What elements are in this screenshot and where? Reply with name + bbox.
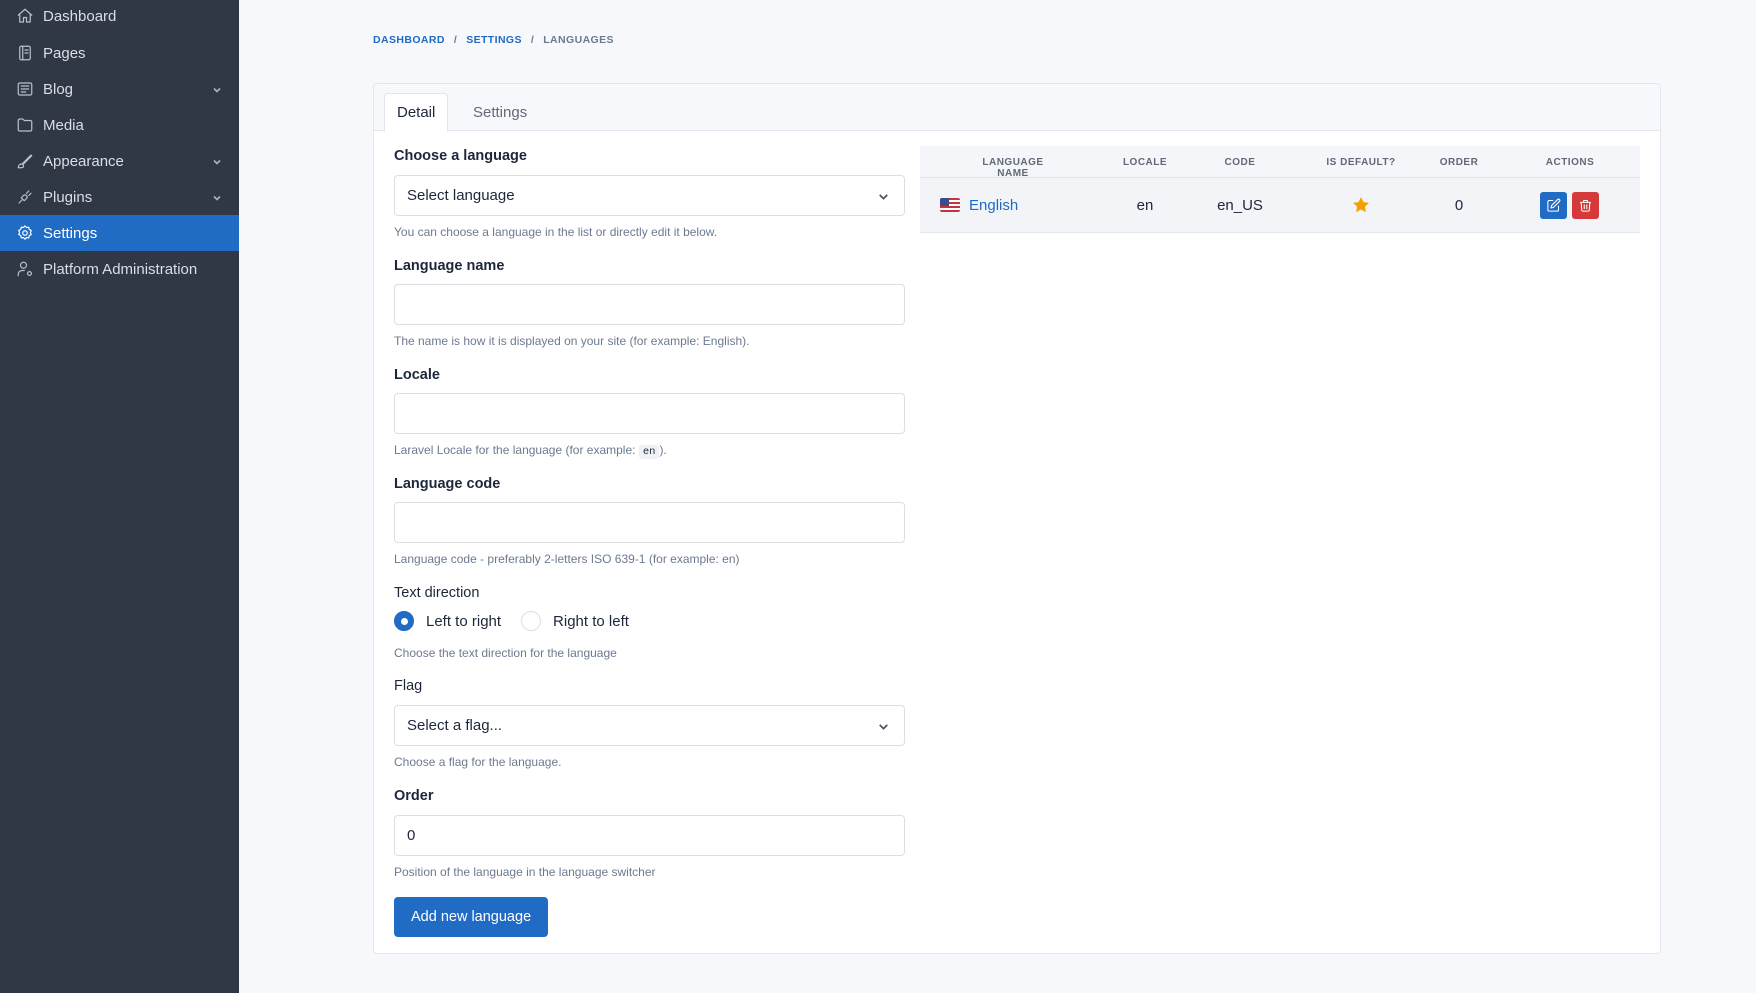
- order-cell: 0: [1454, 197, 1464, 214]
- locale-hint-end: ).: [659, 443, 667, 457]
- locale-input[interactable]: [394, 393, 905, 434]
- choose-language-value: Select language: [407, 187, 515, 204]
- breadcrumb-languages: LANGUAGES: [543, 34, 614, 46]
- delete-button[interactable]: [1572, 192, 1599, 219]
- edit-button[interactable]: [1540, 192, 1567, 219]
- flag-label: Flag: [394, 678, 423, 694]
- language-code-label: Language code: [394, 476, 501, 492]
- sidebar-item-plugins[interactable]: Plugins: [0, 179, 239, 215]
- chevron-down-icon: [877, 190, 890, 203]
- locale-cell: en: [1136, 197, 1154, 214]
- plug-icon: [16, 188, 34, 206]
- text-direction-options: Left to right Right to left: [394, 611, 629, 631]
- home-icon: [16, 7, 34, 25]
- sidebar-item-label: Media: [43, 116, 84, 134]
- chevron-down-icon: [877, 720, 890, 733]
- flag-hint: Choose a flag for the language.: [394, 755, 562, 769]
- chevron-down-icon: [211, 155, 223, 167]
- sidebar-item-label: Plugins: [43, 188, 93, 206]
- sidebar-item-media[interactable]: Media: [0, 107, 239, 143]
- sidebar-item-label: Appearance: [43, 152, 124, 170]
- us-flag-icon: [940, 198, 960, 212]
- language-name-hint: The name is how it is displayed on your …: [394, 334, 750, 348]
- table-header: LANGUAGE NAME LOCALE CODE IS DEFAULT? OR…: [920, 146, 1640, 179]
- radio-right-to-left[interactable]: [521, 611, 542, 631]
- choose-language-hint: You can choose a language in the list or…: [394, 225, 718, 239]
- flag-select-value: Select a flag...: [407, 717, 503, 734]
- radio-right-to-left-label: Right to left: [553, 612, 629, 630]
- flag-select[interactable]: Select a flag...: [394, 705, 905, 746]
- column-header-locale: LOCALE: [1122, 157, 1168, 168]
- order-label: Order: [394, 788, 434, 804]
- breadcrumb: DASHBOARD / SETTINGS / LANGUAGES: [373, 34, 614, 46]
- chevron-down-icon: [211, 191, 223, 203]
- breadcrumb-separator: /: [530, 34, 535, 46]
- breadcrumb-separator: /: [453, 34, 458, 46]
- breadcrumb-dashboard[interactable]: DASHBOARD: [373, 34, 445, 46]
- text-direction-label: Text direction: [394, 585, 480, 601]
- table-row: English en en_US 0: [920, 178, 1640, 233]
- sidebar-item-platform-administration[interactable]: Platform Administration: [0, 251, 239, 287]
- sidebar-item-settings[interactable]: Settings: [0, 215, 239, 251]
- sidebar-item-label: Platform Administration: [43, 260, 198, 278]
- tab-settings[interactable]: Settings: [461, 93, 539, 132]
- tabs-bar: Detail Settings: [374, 84, 1660, 132]
- code-cell: en_US: [1217, 197, 1263, 214]
- column-header-is-default: IS DEFAULT?: [1326, 157, 1396, 168]
- column-header-language-name: LANGUAGE NAME: [982, 157, 1044, 179]
- gear-icon: [16, 224, 34, 242]
- language-code-hint: Language code - preferably 2-letters ISO…: [394, 552, 740, 566]
- language-name-label: Language name: [394, 258, 505, 274]
- sidebar-item-label: Blog: [43, 80, 74, 98]
- sidebar-item-label: Dashboard: [43, 7, 117, 25]
- language-code-input[interactable]: [394, 502, 905, 543]
- breadcrumb-settings[interactable]: SETTINGS: [466, 34, 522, 46]
- locale-label: Locale: [394, 367, 440, 383]
- star-icon: [1351, 195, 1371, 215]
- column-header-code: CODE: [1224, 157, 1256, 168]
- sidebar: Dashboard Pages Blog Media Appearance Pl…: [0, 0, 239, 993]
- text-direction-hint: Choose the text direction for the langua…: [394, 646, 617, 660]
- trash-icon: [1578, 198, 1593, 213]
- brush-icon: [16, 152, 34, 170]
- order-hint: Position of the language in the language…: [394, 865, 656, 879]
- locale-hint-text: Laravel Locale for the language (for exa…: [394, 443, 636, 457]
- column-header-actions: ACTIONS: [1545, 157, 1595, 168]
- languages-card: Detail Settings Choose a language Select…: [373, 83, 1661, 954]
- pages-icon: [16, 44, 34, 62]
- language-name-link[interactable]: English: [969, 197, 1018, 214]
- choose-language-label: Choose a language: [394, 148, 527, 164]
- sidebar-item-appearance[interactable]: Appearance: [0, 143, 239, 179]
- edit-icon: [1546, 198, 1561, 213]
- order-input[interactable]: [394, 815, 905, 856]
- choose-language-select[interactable]: Select language: [394, 175, 905, 216]
- tab-detail[interactable]: Detail: [384, 93, 449, 132]
- radio-left-to-right-label: Left to right: [426, 612, 502, 630]
- chevron-down-icon: [211, 83, 223, 95]
- language-name-input[interactable]: [394, 284, 905, 325]
- sidebar-item-label: Settings: [43, 224, 98, 242]
- sidebar-item-label: Pages: [43, 44, 86, 62]
- locale-hint-code: en: [638, 445, 660, 459]
- user-cog-icon: [16, 260, 34, 278]
- radio-left-to-right[interactable]: [394, 611, 414, 631]
- locale-hint: Laravel Locale for the language (for exa…: [394, 443, 667, 459]
- sidebar-item-dashboard[interactable]: Dashboard: [0, 0, 239, 34]
- add-new-language-button[interactable]: Add new language: [394, 897, 549, 937]
- column-header-order: ORDER: [1439, 157, 1479, 168]
- folder-icon: [16, 116, 34, 134]
- blog-icon: [16, 80, 34, 98]
- sidebar-item-pages[interactable]: Pages: [0, 35, 239, 71]
- sidebar-item-blog[interactable]: Blog: [0, 71, 239, 107]
